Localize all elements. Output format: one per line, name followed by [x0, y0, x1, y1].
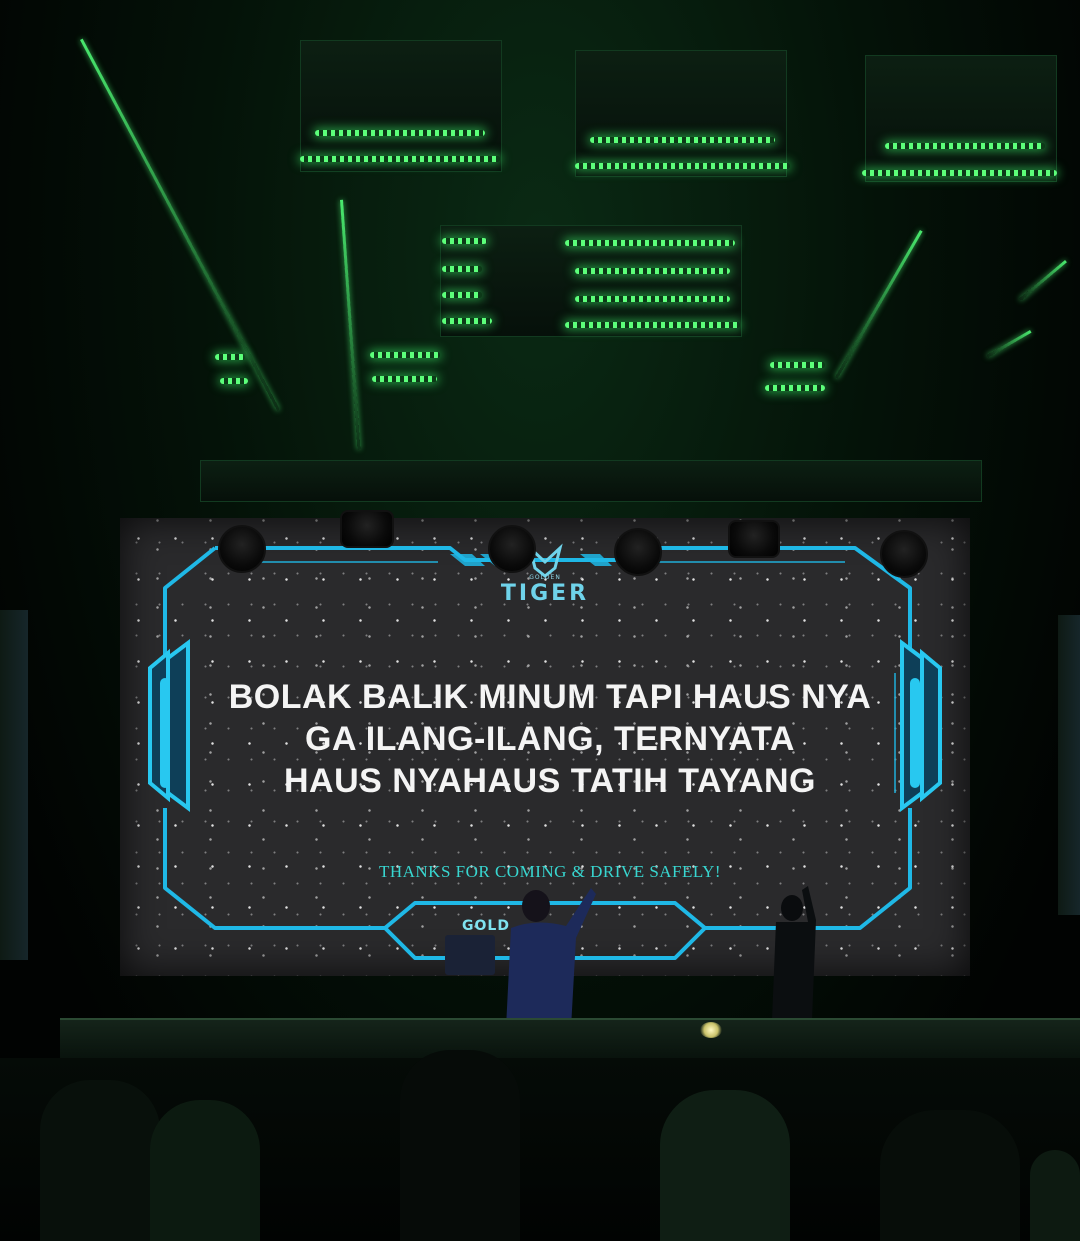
led-bar: [862, 170, 1057, 176]
truss-block: [300, 40, 502, 172]
led-bar: [765, 385, 825, 391]
led-bar: [372, 376, 437, 382]
moving-head-light: [614, 528, 662, 576]
crowd-person: [660, 1090, 790, 1241]
led-bar: [575, 268, 730, 274]
crowd-person: [1030, 1150, 1080, 1241]
led-bar: [442, 292, 482, 298]
message-line: GA ILANG-ILANG, TERNYATA: [305, 720, 795, 758]
thanks-footer: THANKS FOR COMING & DRIVE SAFELY!: [378, 862, 722, 881]
led-bar: [215, 354, 245, 360]
club-scene: GOLDEN TIGER BOLAK BALIK MINUM TAPI HAUS…: [0, 0, 1080, 1241]
screen-message: BOLAK BALIK MINUM TAPI HAUS NYA GA ILANG…: [180, 676, 920, 802]
led-bar: [770, 362, 825, 368]
truss-beam: [200, 460, 982, 502]
crowd-person: [40, 1080, 160, 1241]
side-screen-right: [1058, 615, 1080, 915]
crowd-person: [150, 1100, 260, 1241]
crowd-person: [400, 1050, 520, 1241]
moving-head-light: [340, 510, 394, 548]
led-bar: [565, 322, 740, 328]
logo-subtitle: GOLDEN: [529, 574, 561, 581]
logo-title: TIGER: [500, 581, 590, 606]
stage-lamp: [700, 1022, 722, 1038]
laser-beam: [340, 199, 361, 450]
led-bar: [885, 143, 1045, 149]
performer-silhouette: [772, 886, 816, 1020]
led-bar: [370, 352, 440, 358]
message-line: HAUS NYAHAUS TATIH TAYANG: [283, 762, 816, 800]
side-screen-left: [0, 610, 28, 960]
crowd-person: [880, 1110, 1020, 1241]
truss-block: [865, 55, 1057, 182]
led-bar: [442, 318, 492, 324]
led-bar: [575, 163, 790, 169]
truss-block: [575, 50, 787, 177]
led-bar: [575, 296, 730, 302]
led-bar: [565, 240, 735, 246]
led-bar: [300, 156, 500, 162]
moving-head-light: [488, 525, 536, 573]
moving-head-light: [218, 525, 266, 573]
moving-head-light: [880, 530, 928, 578]
led-bar: [590, 137, 775, 143]
message-line: BOLAK BALIK MINUM TAPI HAUS NYA: [228, 678, 872, 716]
dj-laptop: [445, 935, 495, 975]
laser-beam: [80, 38, 280, 411]
led-bar: [315, 130, 485, 136]
led-bar: [220, 378, 248, 384]
stage-edge: [60, 1018, 1080, 1060]
laser-beam: [986, 330, 1032, 358]
led-bar: [442, 238, 487, 244]
laser-beam: [835, 230, 923, 379]
led-bar: [442, 266, 482, 272]
moving-head-light: [728, 520, 780, 558]
ceiling-light-rig: [0, 0, 1080, 520]
dj-silhouette: [506, 888, 596, 1028]
laser-beam: [1019, 260, 1067, 301]
